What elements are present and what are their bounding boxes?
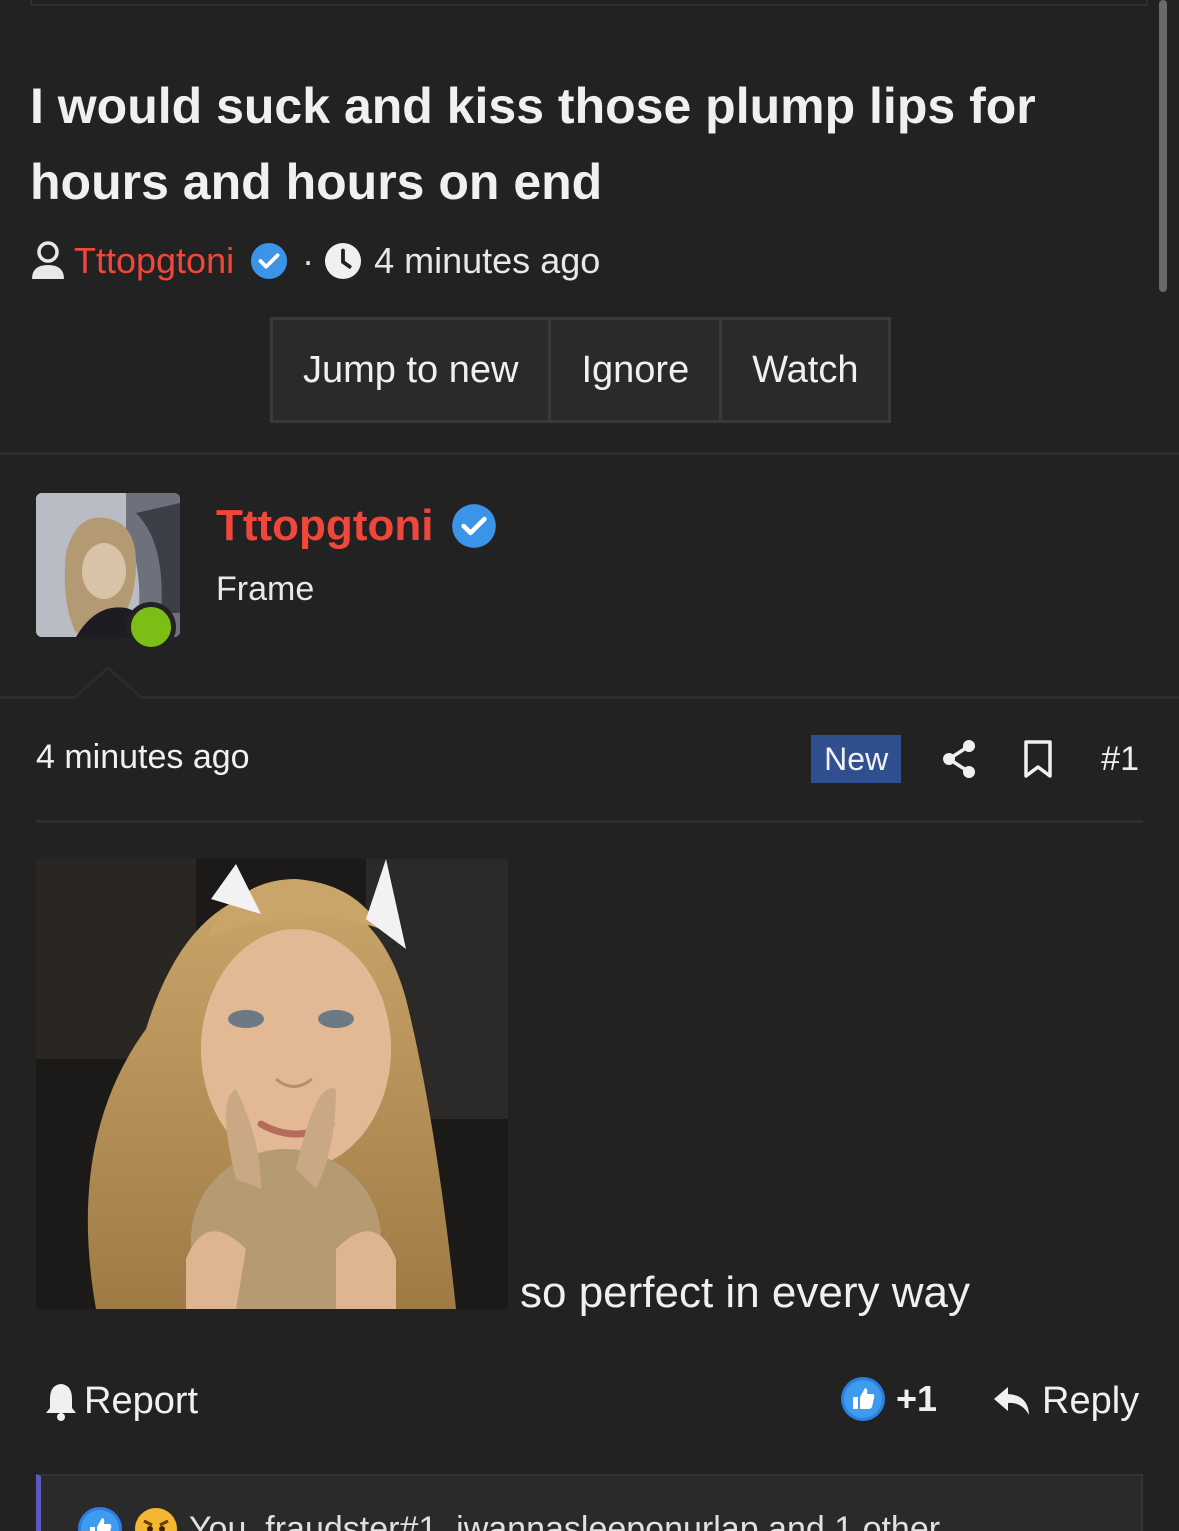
post-body-text: so perfect in every way xyxy=(520,1268,970,1317)
divider xyxy=(0,452,1179,455)
verified-badge-icon xyxy=(251,242,288,280)
thread-time[interactable]: 4 minutes ago xyxy=(374,240,600,282)
ignore-button[interactable]: Ignore xyxy=(551,320,723,420)
report-label: Report xyxy=(84,1379,199,1422)
clock-icon xyxy=(325,242,362,280)
poster-username-link[interactable]: Tttopgtoni xyxy=(216,501,433,551)
poster-name: Tttopgtoni xyxy=(216,498,497,554)
reactions-summary-text: You, fraudster#1, iwannasleeponurlap and… xyxy=(189,1509,941,1531)
bookmark-icon[interactable] xyxy=(1023,739,1053,779)
reply-icon xyxy=(994,1387,1029,1415)
divider xyxy=(36,820,1143,823)
thumbs-up-icon xyxy=(841,1377,885,1421)
watch-button[interactable]: Watch xyxy=(722,320,888,420)
post-photo xyxy=(36,859,508,1309)
thumbs-up-icon xyxy=(78,1507,122,1531)
post-number-link[interactable]: #1 xyxy=(1101,740,1139,779)
poster-user-title: Frame xyxy=(216,570,315,608)
post-date-link[interactable]: 4 minutes ago xyxy=(36,738,250,777)
reaction-summary-link[interactable]: +1 xyxy=(840,1374,937,1424)
divider xyxy=(0,696,1179,699)
thread-page: I would suck and kiss those plump lips f… xyxy=(0,0,1179,1531)
reactions-bar[interactable]: You, fraudster#1, iwannasleeponurlap and… xyxy=(36,1474,1143,1531)
reaction-count: +1 xyxy=(896,1378,938,1419)
jump-to-new-button[interactable]: Jump to new xyxy=(273,320,552,420)
online-status-dot xyxy=(126,602,176,652)
meta-separator: · xyxy=(302,240,315,281)
bell-icon xyxy=(46,1384,76,1421)
report-button[interactable]: Report xyxy=(44,1376,198,1426)
share-icon[interactable] xyxy=(941,739,977,779)
verified-badge-icon xyxy=(452,504,497,548)
top-panel-edge xyxy=(30,0,1148,6)
reactions-list: You, fraudster#1, iwannasleeponurlap and… xyxy=(77,1506,940,1531)
reply-label: Reply xyxy=(1042,1379,1140,1422)
user-icon xyxy=(32,241,64,279)
message-arrow-inner xyxy=(75,670,141,699)
angry-emoji-icon xyxy=(135,1508,177,1531)
thread-author-link[interactable]: Tttopgtoni xyxy=(74,240,234,282)
thread-meta: Tttopgtoni · 4 minutes ago xyxy=(30,236,600,286)
thread-button-group: Jump to new Ignore Watch xyxy=(270,317,892,423)
scrollbar[interactable] xyxy=(1159,0,1167,292)
post-actions: New #1 xyxy=(811,734,1139,784)
reply-button[interactable]: Reply xyxy=(992,1376,1139,1426)
new-badge: New xyxy=(811,735,902,783)
post-image[interactable] xyxy=(36,859,508,1309)
thread-title: I would suck and kiss those plump lips f… xyxy=(30,78,1036,210)
